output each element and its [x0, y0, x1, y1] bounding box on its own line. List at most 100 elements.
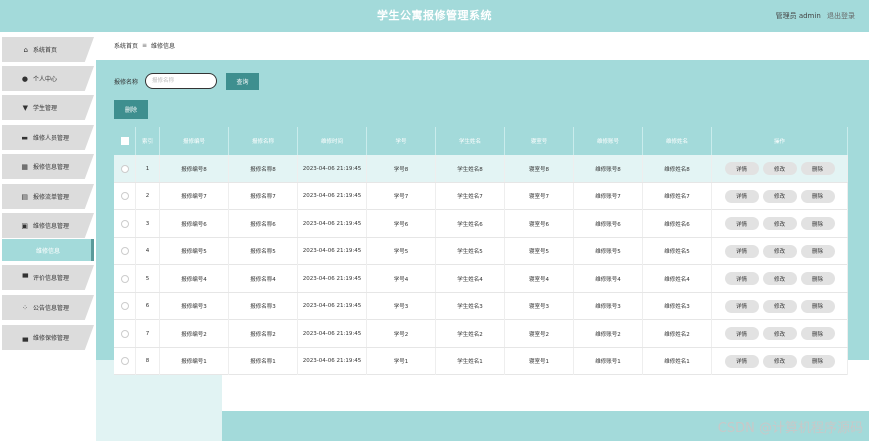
table-cell: 3 — [136, 210, 160, 237]
table-cell: 2023-04-06 21:19:45 — [298, 210, 367, 237]
tray-icon: ▄ — [22, 333, 28, 342]
sidebar-item-repair-staff[interactable]: ▬ 维修人员管理 — [2, 125, 94, 150]
table-row[interactable]: 4 报修编号5 报修名称5 2023-04-06 21:19:45 学号5 学生姓名5 寝室… — [114, 237, 848, 265]
row-select-cell — [114, 320, 136, 347]
edit-button[interactable]: 修改 — [762, 327, 797, 340]
header-student-id: 学号 — [367, 127, 436, 155]
table-cell: 报修编号5 — [160, 237, 229, 265]
app-title: 学生公寓报修管理系统 — [377, 9, 492, 22]
header-repair-time: 维修时间 — [298, 127, 367, 155]
select-all-checkbox[interactable] — [120, 137, 129, 145]
logout-link[interactable]: 退出登录 — [827, 12, 855, 20]
row-checkbox[interactable] — [120, 164, 129, 173]
table-cell: 报修名称1 — [229, 347, 298, 375]
table-cell: 维修姓名6 — [643, 210, 712, 237]
row-actions: 详情 修改 删除 — [712, 347, 848, 375]
sidebar-item-label: 维修信息管理 — [33, 223, 70, 230]
table-cell: 报修名称5 — [229, 237, 298, 265]
search-label: 报修名称 — [114, 79, 139, 86]
batch-delete-button[interactable]: 删除 — [114, 100, 148, 119]
table-row[interactable]: 8 报修编号1 报修名称1 2023-04-06 21:19:45 学号1 学生姓名1 寝室… — [114, 347, 848, 375]
delete-button[interactable]: 删除 — [800, 299, 835, 313]
row-checkbox[interactable] — [120, 219, 129, 228]
sidebar-item-repair-requests[interactable]: ▦ 报修信息管理 — [2, 154, 94, 179]
sidebar-item-students[interactable]: ▼ 学生管理 — [2, 95, 94, 120]
table-row[interactable]: 3 报修编号6 报修名称6 2023-04-06 21:19:45 学号6 学生姓名6 寝室… — [114, 210, 848, 238]
edit-button[interactable]: 修改 — [762, 354, 797, 368]
table-cell: 学号7 — [367, 182, 436, 210]
detail-button[interactable]: 详情 — [724, 189, 759, 203]
delete-button[interactable]: 删除 — [800, 189, 835, 203]
edit-button[interactable]: 修改 — [762, 244, 797, 258]
detail-button[interactable]: 详情 — [724, 327, 759, 340]
table-row[interactable]: 2 报修编号7 报修名称7 2023-04-06 21:19:45 学号7 学生姓名7 寝室… — [114, 182, 848, 210]
sidebar-item-label: 报修流单管理 — [33, 194, 70, 201]
edit-button[interactable]: 修改 — [762, 299, 797, 313]
sidebar-item-repair-info[interactable]: ▣ 维修信息管理 — [2, 213, 94, 238]
delete-button[interactable]: 删除 — [800, 217, 835, 230]
detail-button[interactable]: 详情 — [724, 217, 759, 230]
table-cell: 报修编号6 — [160, 210, 229, 237]
delete-button[interactable]: 删除 — [800, 272, 835, 285]
sidebar-subitem-repair-info[interactable]: 维修信息 — [2, 239, 94, 261]
sidebar-item-home[interactable]: ⌂ 系统首页 — [2, 37, 94, 62]
detail-button[interactable]: 详情 — [724, 162, 759, 175]
table-cell: 报修编号3 — [160, 292, 229, 320]
table-cell: 学号2 — [367, 320, 436, 347]
row-select-cell — [114, 210, 136, 237]
row-checkbox[interactable] — [120, 192, 129, 200]
detail-button[interactable]: 详情 — [724, 299, 759, 313]
edit-button[interactable]: 修改 — [762, 272, 797, 285]
sidebar-item-label: 维修人员管理 — [33, 135, 70, 142]
row-select-cell — [114, 347, 136, 375]
edit-button[interactable]: 修改 — [762, 217, 797, 230]
detail-button[interactable]: 详情 — [724, 272, 759, 285]
table-row[interactable]: 6 报修编号3 报修名称3 2023-04-06 21:19:45 学号3 学生姓名3 寝室… — [114, 292, 848, 320]
table-cell: 维修姓名1 — [643, 347, 712, 375]
sidebar-item-label: 报修信息管理 — [33, 164, 70, 171]
monitor-icon: ▀ — [22, 273, 28, 282]
row-select-cell — [114, 265, 136, 292]
table-cell: 报修编号2 — [160, 320, 229, 347]
sidebar-item-reviews[interactable]: ▀ 评价信息管理 — [2, 265, 94, 290]
delete-button[interactable]: 删除 — [800, 327, 835, 340]
table-row[interactable]: 7 报修编号2 报修名称2 2023-04-06 21:19:45 学号2 学生姓名2 寝室… — [114, 320, 848, 348]
table-row[interactable]: 1 报修编号8 报修名称8 2023-04-06 21:19:45 学号8 学生姓名8 寝室… — [114, 155, 848, 183]
data-table: 索引 报修编号 报修名称 维修时间 学号 学生姓名 寝室号 维修账号 维修姓名 操作 1 报修编号8… — [114, 127, 848, 375]
table-cell: 学生姓名3 — [436, 292, 505, 320]
row-checkbox[interactable] — [120, 302, 129, 310]
edit-button[interactable]: 修改 — [762, 162, 797, 175]
table-cell: 报修名称3 — [229, 292, 298, 320]
table-cell: 维修账号4 — [574, 265, 643, 292]
row-checkbox[interactable] — [120, 357, 129, 365]
table-cell: 维修账号7 — [574, 182, 643, 210]
query-button[interactable]: 查询 — [226, 73, 259, 90]
header-dorm-no: 寝室号 — [505, 127, 574, 155]
search-input[interactable] — [145, 73, 217, 89]
delete-button[interactable]: 删除 — [800, 354, 835, 368]
detail-button[interactable]: 详情 — [724, 244, 759, 258]
watermark: CSDN @计算机程序源码 — [717, 421, 863, 436]
sidebar-item-repair-flow[interactable]: ▤ 报修流单管理 — [2, 184, 94, 209]
table-cell: 学生姓名8 — [436, 155, 505, 182]
sidebar-item-personal-center[interactable]: ● 个人中心 — [2, 66, 94, 91]
table-cell: 报修名称6 — [229, 210, 298, 237]
edit-button[interactable]: 修改 — [762, 189, 797, 203]
table-cell: 学生姓名6 — [436, 210, 505, 237]
sidebar-item-announcements[interactable]: ⁘ 公告信息管理 — [2, 295, 94, 320]
header-repairer-account: 维修账号 — [574, 127, 643, 155]
row-checkbox[interactable] — [120, 247, 129, 255]
delete-button[interactable]: 删除 — [800, 244, 835, 258]
table-cell: 报修编号4 — [160, 265, 229, 292]
sidebar-item-warranty[interactable]: ▄ 维修保修管理 — [2, 325, 94, 350]
table-row[interactable]: 5 报修编号4 报修名称4 2023-04-06 21:19:45 学号4 学生姓名4 寝室… — [114, 265, 848, 293]
table-cell: 寝室号8 — [505, 155, 574, 182]
row-checkbox[interactable] — [120, 274, 129, 283]
detail-button[interactable]: 详情 — [724, 354, 759, 368]
table-cell: 寝室号6 — [505, 210, 574, 237]
row-select-cell — [114, 182, 136, 210]
row-checkbox[interactable] — [120, 329, 129, 338]
table-cell: 4 — [136, 237, 160, 265]
delete-button[interactable]: 删除 — [800, 162, 835, 175]
breadcrumb-home[interactable]: 系统首页 — [114, 41, 138, 50]
